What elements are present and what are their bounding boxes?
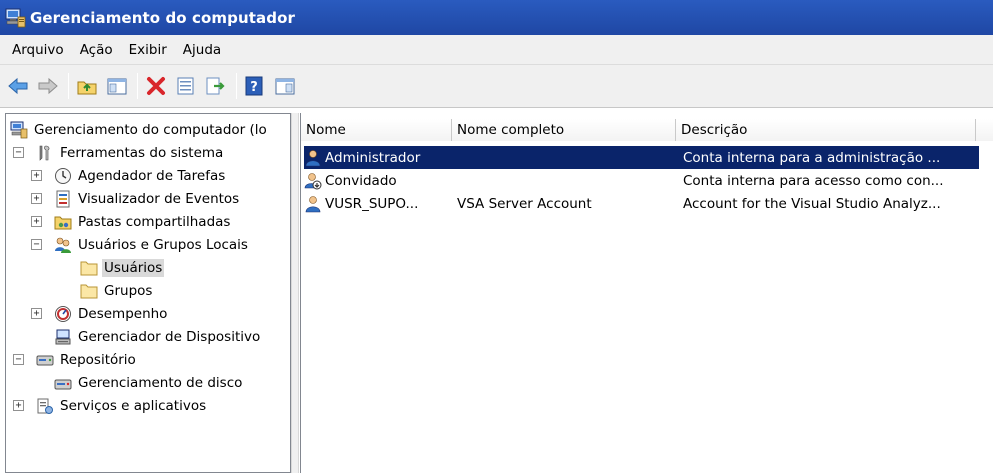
list-header: Nome Nome completo Descrição bbox=[301, 119, 993, 141]
tree-item-label: Grupos bbox=[104, 282, 153, 299]
performance-icon bbox=[54, 305, 72, 323]
tree-item-task-scheduler[interactable]: + Agendador de Tarefas bbox=[28, 164, 227, 187]
expand-toggle[interactable]: + bbox=[31, 193, 42, 204]
device-manager-icon bbox=[54, 328, 72, 346]
console-tree: Gerenciamento do computador (lo − Ferram… bbox=[5, 113, 291, 473]
svg-text:?: ? bbox=[250, 80, 258, 95]
user-icon bbox=[304, 195, 322, 213]
tree-item-label: Serviços e aplicativos bbox=[60, 397, 207, 414]
tree-item-label: Usuários bbox=[102, 258, 165, 277]
users-groups-icon bbox=[54, 236, 72, 254]
toolbar: ? bbox=[0, 65, 993, 108]
tree-item-device-manager[interactable]: Gerenciador de Dispositivo bbox=[54, 325, 262, 348]
toolbar-separator bbox=[236, 73, 237, 99]
computer-management-icon bbox=[4, 7, 26, 29]
tree-item-label: Gerenciamento de disco bbox=[78, 374, 243, 391]
user-name: VUSR_SUPO... bbox=[325, 195, 419, 212]
toolbar-separator bbox=[137, 73, 138, 99]
show-hide-action-pane-icon[interactable] bbox=[272, 73, 298, 99]
tree-item-label: Ferramentas do sistema bbox=[60, 144, 224, 161]
description-cell: Conta interna para acesso como con... bbox=[683, 172, 944, 189]
event-viewer-icon bbox=[54, 190, 72, 208]
user-list: Nome Nome completo Descrição Administrad… bbox=[300, 113, 993, 473]
table-row[interactable]: VUSR_SUPO... VSA Server Account Account … bbox=[304, 192, 979, 215]
menu-ajuda[interactable]: Ajuda bbox=[175, 38, 229, 62]
menu-exibir[interactable]: Exibir bbox=[121, 38, 175, 62]
user-name: Administrador bbox=[325, 149, 421, 166]
show-hide-tree-icon[interactable] bbox=[104, 73, 130, 99]
back-arrow-icon[interactable] bbox=[5, 73, 31, 99]
menu-bar: Arquivo Ação Exibir Ajuda bbox=[0, 35, 993, 65]
tools-icon bbox=[36, 144, 54, 162]
tree-item-performance[interactable]: + Desempenho bbox=[28, 302, 169, 325]
description-cell: Conta interna para a administração ... bbox=[683, 149, 941, 166]
menu-arquivo[interactable]: Arquivo bbox=[4, 38, 72, 62]
disabled-user-icon bbox=[304, 172, 322, 190]
tree-item-label: Visualizador de Eventos bbox=[78, 190, 240, 207]
collapse-toggle[interactable]: − bbox=[31, 239, 42, 250]
expand-toggle[interactable]: + bbox=[31, 216, 42, 227]
expand-toggle[interactable]: + bbox=[31, 308, 42, 319]
tree-item-system-tools[interactable]: − Ferramentas do sistema bbox=[10, 141, 225, 164]
tree-item-groups[interactable]: Grupos bbox=[54, 279, 154, 302]
help-icon[interactable]: ? bbox=[242, 73, 268, 99]
expand-toggle[interactable]: + bbox=[13, 400, 24, 411]
tree-item-storage[interactable]: − Repositório bbox=[10, 348, 138, 371]
tree-item-label: Desempenho bbox=[78, 305, 168, 322]
folder-icon bbox=[80, 259, 98, 277]
name-cell: VUSR_SUPO... bbox=[304, 195, 452, 213]
collapse-toggle[interactable]: − bbox=[13, 354, 24, 365]
column-header-filler bbox=[976, 119, 993, 141]
tree-item-label: Repositório bbox=[60, 351, 136, 368]
full-name-cell: VSA Server Account bbox=[457, 195, 592, 212]
storage-icon bbox=[36, 351, 54, 369]
user-icon bbox=[304, 149, 322, 167]
properties-icon[interactable] bbox=[173, 73, 199, 99]
forward-arrow-icon[interactable] bbox=[35, 73, 61, 99]
tree-item-label: Usuários e Grupos Locais bbox=[78, 236, 248, 253]
tree-item-local-users-groups[interactable]: − Usuários e Grupos Locais bbox=[28, 233, 250, 256]
up-folder-icon[interactable] bbox=[74, 73, 100, 99]
tree-item-computer-management[interactable]: Gerenciamento do computador (lo bbox=[10, 118, 269, 141]
expand-toggle[interactable]: + bbox=[31, 170, 42, 181]
delete-icon[interactable] bbox=[143, 73, 169, 99]
description-cell: Account for the Visual Studio Analyz... bbox=[683, 195, 941, 212]
tree-item-users[interactable]: Usuários bbox=[54, 256, 165, 279]
name-cell: Convidado bbox=[304, 172, 452, 190]
computer-management-icon bbox=[10, 121, 28, 139]
tree-item-event-viewer[interactable]: + Visualizador de Eventos bbox=[28, 187, 241, 210]
column-header-name[interactable]: Nome bbox=[301, 119, 452, 141]
pane-splitter[interactable] bbox=[291, 113, 299, 473]
tree-item-disk-management[interactable]: Gerenciamento de disco bbox=[54, 371, 244, 394]
tree-item-shared-folders[interactable]: + Pastas compartilhadas bbox=[28, 210, 232, 233]
table-row[interactable]: Convidado Conta interna para acesso como… bbox=[304, 169, 979, 192]
tree-item-services-applications[interactable]: + Serviços e aplicativos bbox=[10, 394, 208, 417]
collapse-toggle[interactable]: − bbox=[13, 147, 24, 158]
column-header-full-name[interactable]: Nome completo bbox=[452, 119, 676, 141]
disk-management-icon bbox=[54, 374, 72, 392]
clock-icon bbox=[54, 167, 72, 185]
name-cell: Administrador bbox=[304, 149, 452, 167]
table-row[interactable]: Administrador Conta interna para a admin… bbox=[304, 146, 979, 169]
user-name: Convidado bbox=[325, 172, 397, 189]
window-title: Gerenciamento do computador bbox=[30, 8, 296, 27]
tree-item-label: Gerenciamento do computador (lo bbox=[34, 121, 267, 138]
column-header-description[interactable]: Descrição bbox=[676, 119, 976, 141]
toolbar-separator bbox=[68, 73, 69, 99]
main-content: Gerenciamento do computador (lo − Ferram… bbox=[0, 113, 993, 473]
tree-item-label: Gerenciador de Dispositivo bbox=[78, 328, 261, 345]
services-icon bbox=[36, 397, 54, 415]
shared-folder-icon bbox=[54, 213, 72, 231]
menu-acao[interactable]: Ação bbox=[72, 38, 121, 62]
tree-item-label: Agendador de Tarefas bbox=[78, 167, 226, 184]
tree-item-label: Pastas compartilhadas bbox=[78, 213, 231, 230]
export-list-icon[interactable] bbox=[203, 73, 229, 99]
folder-icon bbox=[80, 282, 98, 300]
title-bar: Gerenciamento do computador bbox=[0, 0, 993, 35]
